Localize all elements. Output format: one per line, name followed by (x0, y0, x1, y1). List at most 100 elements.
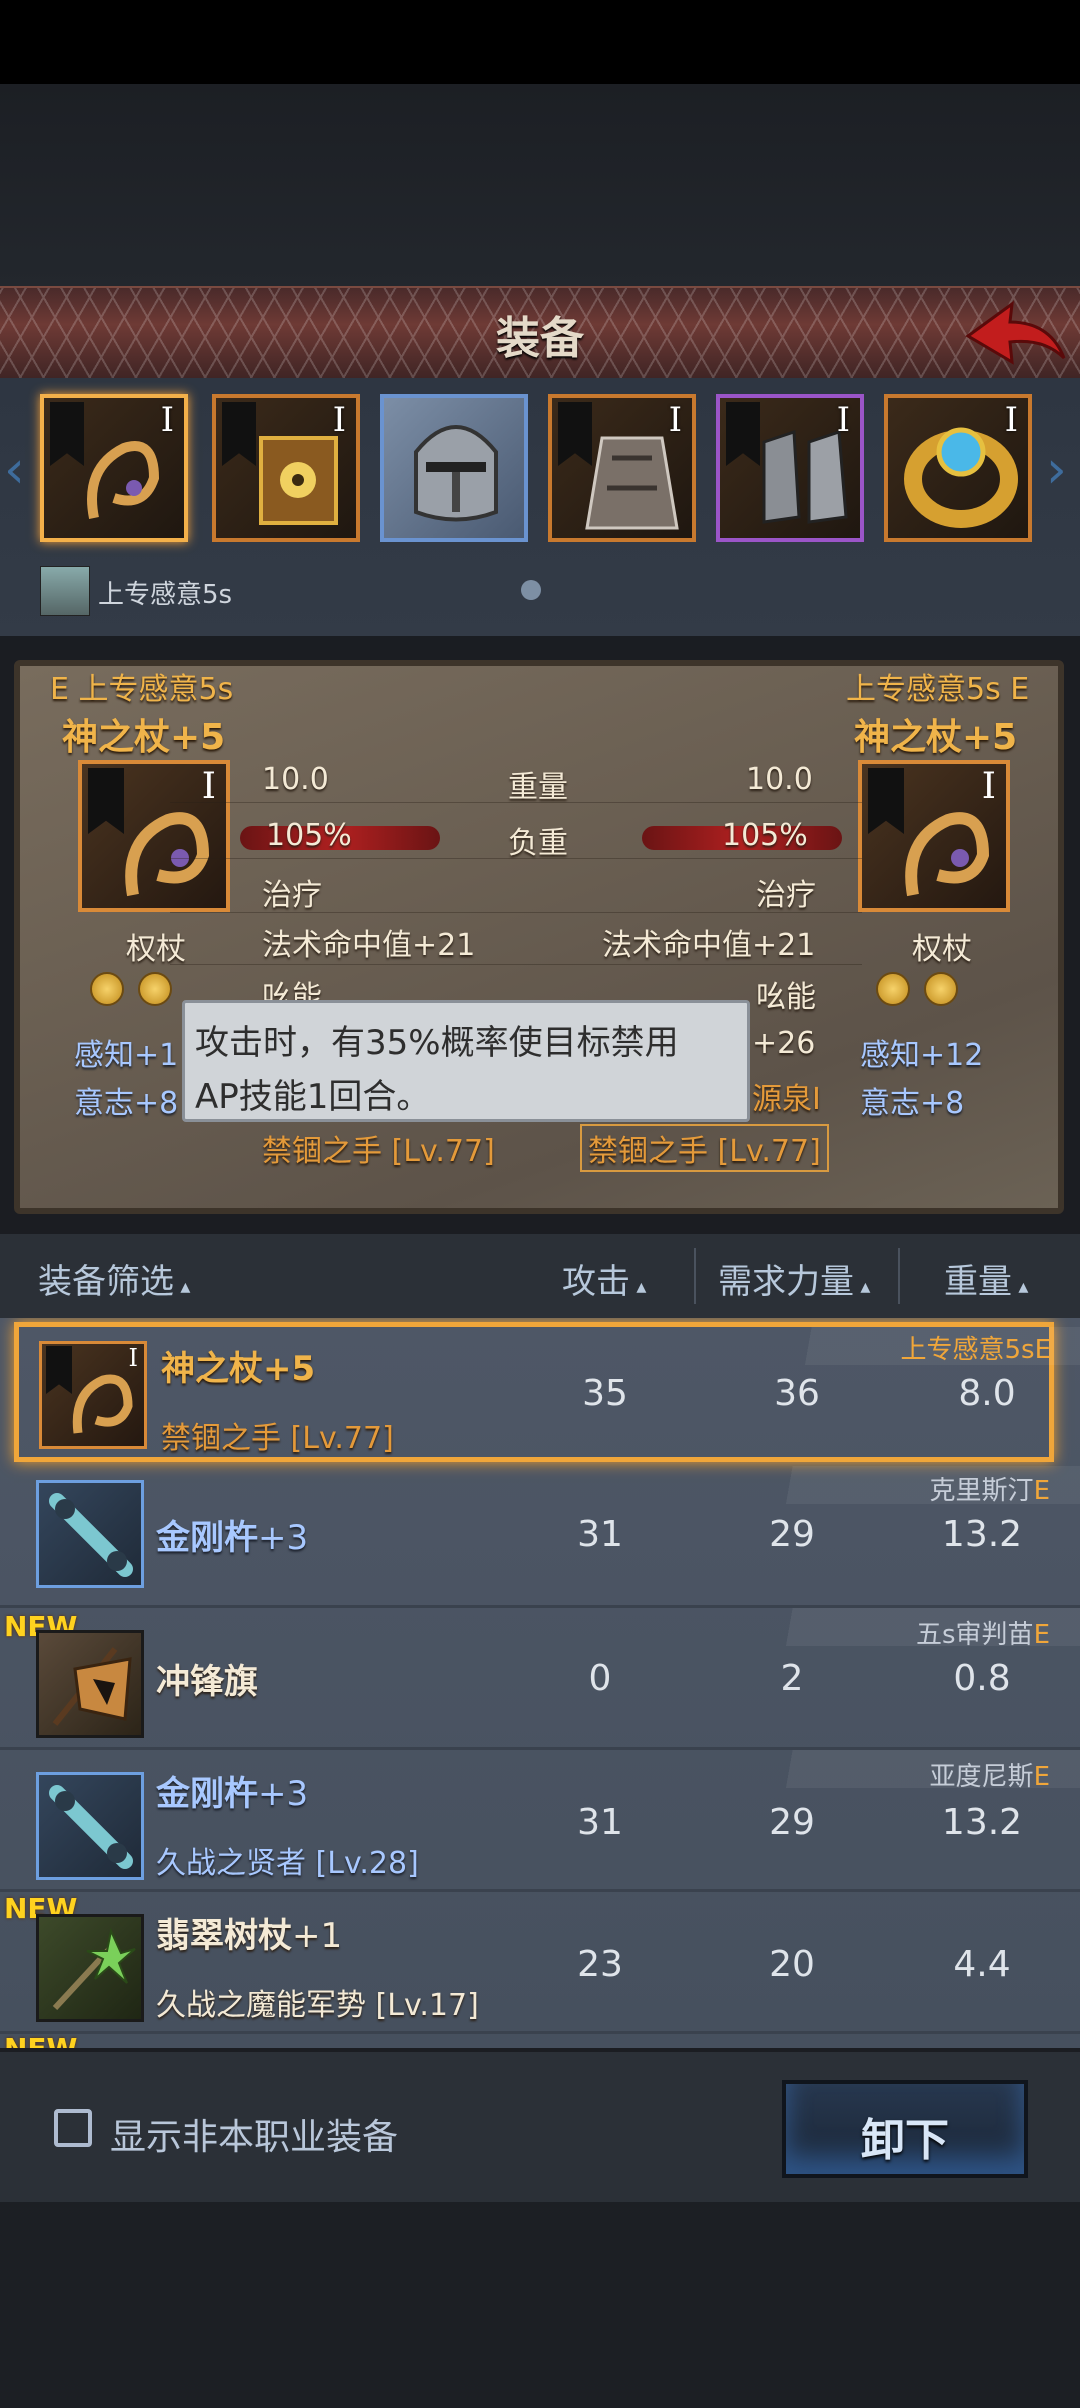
gem-icon (90, 972, 124, 1006)
right-attr-2: 意志+8 (860, 1086, 965, 1121)
item-skill: 久战之贤者 [Lv.28] (156, 1846, 419, 1881)
left-spell-hit: 法术命中值+21 (262, 928, 476, 963)
sort-bar: 装备筛选 ▴ 攻击 ▴ 需求力量 ▴ 重量 ▴ (0, 1234, 1080, 1318)
right-load: 105% (722, 818, 808, 853)
next-arrow-icon[interactable]: › (1046, 440, 1076, 500)
skill-tooltip: 攻击时，有35%概率使目标禁用 AP技能1回合。 (182, 1000, 750, 1122)
item-weight: 13.2 (941, 1802, 1023, 1843)
item-attack: 31 (577, 1802, 623, 1843)
tooltip-line-2: AP技能1回合。 (195, 1077, 431, 1117)
left-attr-1: 感知+1 (74, 1038, 179, 1073)
tooltip-line-1: 攻击时，有35%概率使目标禁用 (195, 1023, 679, 1063)
list-item[interactable]: 金刚杵+3 31 29 13.2 克里斯汀E (0, 1466, 1080, 1608)
right-skill: 禁锢之手 [Lv.77] (580, 1124, 829, 1172)
slot-staff[interactable]: I (40, 394, 188, 542)
item-owner: 克里斯汀E (929, 1476, 1050, 1506)
item-name: 冲锋旗 (156, 1662, 258, 1702)
left-owner: E 上专感意5s (50, 672, 234, 707)
equipment-list: I 神之杖+5 禁锢之手 [Lv.77] 35 36 8.0 上专感意5sE 金… (0, 1318, 1080, 2048)
left-weight: 10.0 (262, 762, 329, 797)
left-load: 105% (266, 818, 352, 853)
row-divider (170, 964, 862, 965)
item-name: 翡翠树杖+1 (156, 1916, 343, 1956)
staff-icon (905, 812, 990, 897)
right-heal: 治疗 (756, 878, 816, 913)
right-type: 权杖 (912, 932, 972, 967)
page-indicator (521, 580, 541, 600)
left-item-title: 神之杖+5 (62, 717, 226, 758)
item-weight: 8.0 (958, 1373, 1016, 1414)
sort-filter[interactable]: 装备筛选 ▴ (38, 1254, 190, 1303)
armor-icon (585, 436, 679, 530)
item-strength: 2 (780, 1658, 804, 1699)
staff-icon: I (39, 1341, 147, 1449)
item-name: 神之杖+5 (161, 1349, 316, 1389)
unequip-button[interactable]: 卸下 (782, 2080, 1028, 2178)
column-divider (694, 1248, 696, 1304)
header-bar: 装备 (0, 286, 1080, 383)
item-skill: 久战之魔能军势 [Lv.17] (156, 1988, 479, 2023)
banner-icon (36, 1630, 144, 1738)
item-owner: 五s审判苗E (916, 1620, 1050, 1650)
right-weight: 10.0 (746, 762, 813, 797)
tome-icon (259, 436, 338, 525)
vajra-icon (36, 1480, 144, 1588)
list-item[interactable]: I 神之杖+5 禁锢之手 [Lv.77] 35 36 8.0 上专感意5sE (14, 1322, 1080, 1462)
page-title: 装备 (496, 313, 584, 364)
avatar (40, 566, 90, 616)
staff-icon (125, 812, 210, 897)
left-item-icon: I (78, 760, 230, 912)
item-strength: 20 (769, 1944, 815, 1985)
back-arrow-icon[interactable] (960, 298, 1070, 368)
item-name: 金刚杵+3 (156, 1774, 309, 1814)
new-badge: NEW (4, 2032, 77, 2048)
ring-icon (904, 427, 1018, 528)
staff-icon (87, 441, 160, 519)
item-name: 金刚杵+3 (156, 1518, 309, 1558)
item-strength: 29 (769, 1514, 815, 1555)
left-attr-2: 意志+8 (74, 1086, 179, 1121)
character-name: 上专感意5s (98, 580, 233, 610)
column-divider (898, 1248, 900, 1304)
show-other-class-checkbox[interactable] (54, 2109, 92, 2147)
right-item-icon: I (858, 760, 1010, 912)
divider (0, 636, 1080, 650)
helmet-icon (414, 425, 498, 522)
slot-armor[interactable]: I (548, 394, 696, 542)
item-attack: 23 (577, 1944, 623, 1985)
item-weight: 0.8 (953, 1658, 1011, 1699)
top-backdrop (0, 84, 1080, 286)
show-other-class-label[interactable]: 显示非本职业装备 (110, 2108, 398, 2160)
right-spell-hit: 法术命中值+21 (602, 928, 816, 963)
left-skill: 禁锢之手 [Lv.77] (262, 1134, 495, 1169)
gem-icon (138, 972, 172, 1006)
item-attack: 35 (582, 1373, 628, 1414)
right-attr-1: 感知+12 (860, 1038, 984, 1073)
sort-weight[interactable]: 重量 ▴ (944, 1254, 1028, 1303)
right-owner: 上专感意5s E (846, 672, 1030, 707)
bottom-backdrop (0, 2202, 1080, 2408)
weight-label: 重量 (508, 770, 568, 805)
sort-attack[interactable]: 攻击 ▴ (562, 1254, 646, 1303)
item-attack: 0 (588, 1658, 612, 1699)
list-item[interactable]: 金刚杵+3 久战之贤者 [Lv.28] 31 29 13.2 亚度尼斯E (0, 1750, 1080, 1892)
left-heal: 治疗 (262, 878, 322, 913)
left-type: 权杖 (126, 932, 186, 967)
load-label: 负重 (508, 826, 568, 861)
prev-arrow-icon[interactable]: ‹ (4, 440, 34, 500)
list-item[interactable]: NEW 翡翠树杖+1 久战之魔能军势 [Lv.17] 23 20 4.4 (0, 1892, 1080, 2034)
slot-boots[interactable]: I (716, 394, 864, 542)
slot-ring[interactable]: I (884, 394, 1032, 542)
right-partial-stat: +26 (752, 1026, 816, 1061)
slot-helmet[interactable] (380, 394, 528, 542)
unequip-label: 卸下 (861, 2115, 949, 2166)
item-owner: 上专感意5sE (900, 1335, 1051, 1365)
gem-icon (876, 972, 910, 1006)
right-item-title: 神之杖+5 (854, 717, 1018, 758)
list-item[interactable]: NEW 冲锋旗 0 2 0.8 五s审判苗E (0, 1608, 1080, 1750)
emerald-staff-icon (36, 1914, 144, 2022)
item-owner: 亚度尼斯E (929, 1762, 1050, 1792)
slot-tome[interactable]: I (212, 394, 360, 542)
right-partial-skill: 源泉I (752, 1082, 821, 1117)
sort-strength[interactable]: 需求力量 ▴ (718, 1254, 870, 1303)
